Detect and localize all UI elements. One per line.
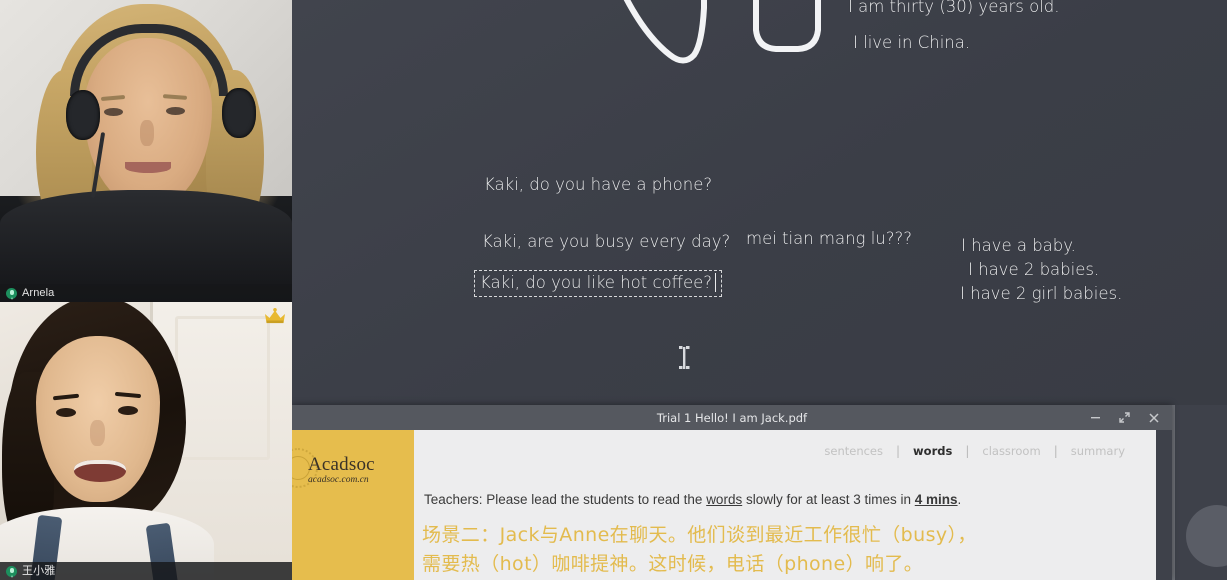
board-text-coffee-question-selected[interactable]: Kaki, do you like hot coffee? [474,270,723,297]
pdf-page: Acadsoc acadsoc.com.cn sentences | words… [292,430,1156,580]
scenario-chinese-line-1: 场景二：Jack与Anne在聊天。他们谈到最近工作很忙（busy）， [422,524,977,546]
board-text-baby-2[interactable]: I have 2 babies. [968,260,1099,279]
brand-url: acadsoc.com.cn [308,475,369,485]
brand-block: Acadsoc acadsoc.com.cn [308,454,375,485]
minimize-button[interactable] [1081,405,1110,430]
board-text-phone-question[interactable]: Kaki, do you have a phone? [484,175,712,194]
teacher-name-bar: Arnela [0,284,292,302]
pdf-window-title: Trial 1 Hello! I am Jack.pdf [656,410,808,425]
scenario-chinese-line-2: 需要热（hot）咖啡提神。这时候，电话（phone）响了。 [422,553,924,575]
tab-summary[interactable]: summary [1058,444,1138,458]
student-video-feed [0,302,292,580]
pdf-viewer-window[interactable]: Trial 1 Hello! I am Jack.pdf Acadsoc aca… [292,405,1172,580]
video-tile-student[interactable]: 王小雅 [0,302,292,580]
board-text-age[interactable]: I am thirty (30) years old. [848,0,1059,16]
teacher-instruction: Teachers: Please lead the students to re… [424,492,961,507]
ink-drawing [623,0,821,64]
pdf-content-area: sentences | words | classroom | summary … [414,430,1156,580]
board-text-baby-3[interactable]: I have 2 girl babies. [960,284,1122,303]
instruction-suffix: . [957,492,962,507]
instruction-middle: slowly for at least 3 times in [742,492,915,507]
pdf-brand-sidebar: Acadsoc acadsoc.com.cn [292,430,414,580]
instruction-prefix: Teachers: Please lead the students to re… [424,492,707,507]
microphone-on-icon[interactable] [6,287,17,299]
text-cursor-ibeam [679,346,690,369]
maximize-button[interactable] [1110,405,1139,430]
close-icon [1148,412,1159,423]
window-controls [1081,405,1168,430]
student-name-bar: 王小雅 [0,562,292,580]
board-text-live[interactable]: I live in China. [853,33,970,52]
instruction-time-bold: 4 mins [914,492,958,507]
video-tile-teacher[interactable]: Arnela [0,0,292,302]
board-text-busy-question[interactable]: Kaki, are you busy every day? [482,232,730,251]
board-text-pinyin[interactable]: mei tian mang lu??? [746,229,912,248]
pdf-title-bar[interactable]: Trial 1 Hello! I am Jack.pdf [292,405,1172,430]
video-panel: Arnela 王小雅 [0,0,292,580]
pdf-body: Acadsoc acadsoc.com.cn sentences | words… [292,430,1172,580]
microphone-on-icon[interactable] [6,565,17,577]
window-edge-line [1172,405,1175,580]
maximize-icon [1119,412,1130,423]
teacher-video-feed [0,0,292,302]
text-caret [715,273,717,292]
brand-name: Acadsoc [308,454,375,475]
minimize-icon [1091,417,1100,419]
tab-classroom[interactable]: classroom [969,444,1053,458]
teacher-name-label: Arnela [22,286,55,299]
board-text-baby-1[interactable]: I have a baby. [961,236,1076,255]
pdf-section-tabs: sentences | words | classroom | summary [811,444,1138,458]
close-button[interactable] [1139,405,1168,430]
board-text-coffee-question-label: Kaki, do you like hot coffee? [480,273,713,292]
crown-icon [265,308,285,324]
pdf-right-gutter [1156,430,1172,580]
tab-words[interactable]: words [900,444,965,458]
tab-sentences[interactable]: sentences [811,444,896,458]
screen: I am thirty (30) years old. I live in Ch… [0,0,1227,580]
instruction-words-underlined: words [706,492,743,507]
student-name-label: 王小雅 [22,564,56,577]
